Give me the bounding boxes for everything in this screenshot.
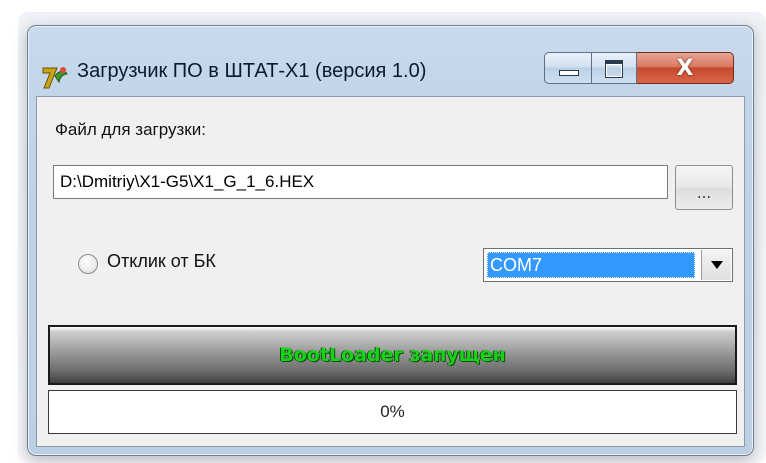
com-port-select[interactable]: COM7: [483, 248, 733, 282]
app-window: Загрузчик ПО в ШТАТ-X1 (версия 1.0) X Фа…: [27, 25, 754, 456]
close-icon: X: [676, 55, 694, 81]
browse-button[interactable]: ...: [675, 165, 733, 210]
status-text: BootLoader запущен: [279, 344, 506, 366]
progress-text: 0%: [380, 402, 405, 421]
chevron-down-icon: [710, 261, 723, 269]
response-radio[interactable]: [78, 254, 98, 274]
dropdown-button[interactable]: [701, 250, 731, 280]
com-port-value: COM7: [487, 252, 695, 278]
file-label: Файл для загрузки:: [55, 120, 206, 139]
delphi-app-icon: [41, 64, 69, 90]
form-client-area: Файл для загрузки: D:\Dmitriy\X1-G5\X1_G…: [36, 96, 745, 447]
minimize-icon: [559, 70, 579, 76]
title-bar[interactable]: Загрузчик ПО в ШТАТ-X1 (версия 1.0) X: [28, 26, 753, 94]
minimize-button[interactable]: [544, 52, 592, 84]
progress-bar: 0%: [48, 390, 737, 434]
status-panel: BootLoader запущен: [48, 325, 737, 385]
maximize-icon: [605, 60, 623, 78]
caption-buttons: X: [544, 52, 740, 86]
response-radio-label[interactable]: Отклик от БК: [107, 251, 216, 272]
maximize-button[interactable]: [592, 52, 637, 84]
window-title: Загрузчик ПО в ШТАТ-X1 (версия 1.0): [77, 60, 427, 82]
file-path-input[interactable]: D:\Dmitriy\X1-G5\X1_G_1_6.HEX: [53, 165, 668, 199]
close-button[interactable]: X: [637, 52, 734, 84]
